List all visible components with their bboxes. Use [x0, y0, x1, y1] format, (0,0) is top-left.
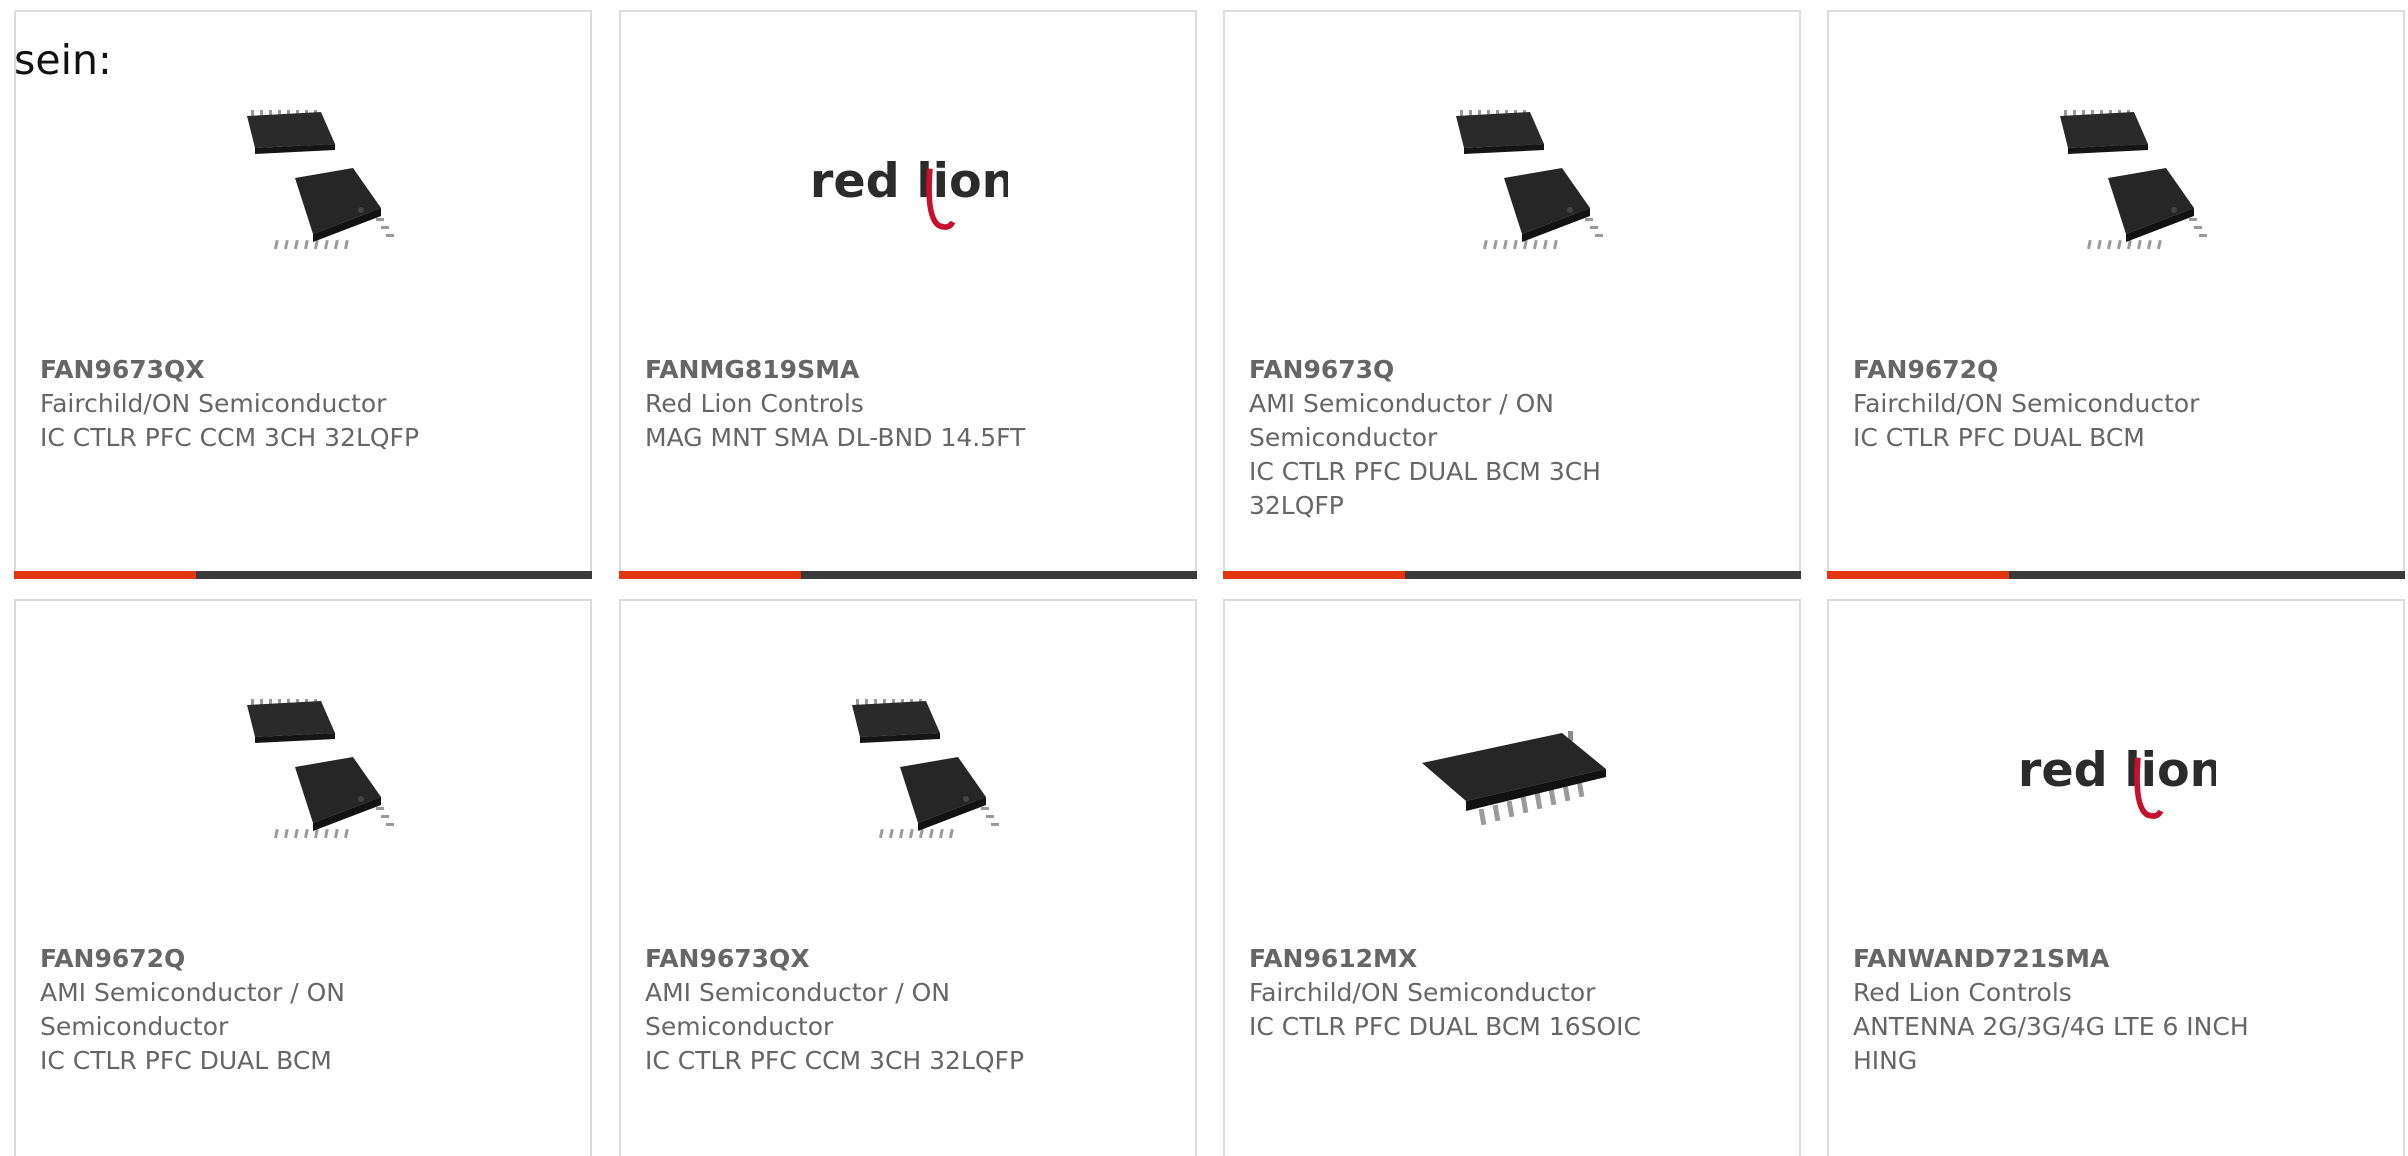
card-accent [14, 571, 196, 579]
manufacturer: AMI Semiconductor / ON Semiconductor [1249, 389, 1554, 452]
qfp-chip-icon [203, 82, 403, 282]
card-accent [619, 571, 801, 579]
part-number: FANMG819SMA [645, 355, 860, 384]
qfp-chip-icon [203, 671, 403, 871]
card-accent [1223, 571, 1405, 579]
manufacturer: Fairchild/ON Semiconductor [1249, 978, 1596, 1007]
soic-chip-icon [1412, 671, 1612, 871]
description: IC CTLR PFC DUAL BCM [40, 1046, 332, 1075]
part-number: FAN9673QX [40, 355, 205, 384]
qfp-chip-icon [2016, 82, 2216, 282]
card-bottom-bar [1223, 571, 1801, 579]
manufacturer: Fairchild/ON Semiconductor [1853, 389, 2200, 418]
product-card[interactable]: FAN9612MX Fairchild/ON Semiconductor IC … [1223, 599, 1801, 1156]
part-number: FANWAND721SMA [1853, 944, 2110, 973]
description: IC CTLR PFC CCM 3CH 32LQFP [645, 1046, 1025, 1075]
manufacturer: Red Lion Controls [645, 389, 864, 418]
product-card[interactable]: FAN9672Q AMI Semiconductor / ON Semicond… [14, 599, 592, 1156]
product-card[interactable]: FAN9673QX AMI Semiconductor / ON Semicon… [619, 599, 1197, 1156]
card-bottom-bar [619, 571, 1197, 579]
red-lion-logo: red lion [2016, 671, 2216, 871]
description: IC CTLR PFC CCM 3CH 32LQFP [40, 423, 420, 452]
product-card[interactable]: FAN9673Q AMI Semiconductor / ON Semicond… [1223, 10, 1801, 579]
product-card[interactable]: FAN9673QX Fairchild/ON Semiconductor IC … [14, 10, 592, 579]
part-number: FAN9672Q [40, 944, 186, 973]
card-bottom-bar [14, 571, 592, 579]
product-card[interactable]: red lion FANMG819SMA Red Lion Controls M… [619, 10, 1197, 579]
manufacturer: Red Lion Controls [1853, 978, 2072, 1007]
intro-text: sein: [14, 36, 112, 84]
product-grid-page: sein: FAN9673QX Fairchild/ON Semiconduct… [0, 0, 2408, 1156]
product-card[interactable]: red lion FANWAND721SMA Red Lion Controls… [1827, 599, 2405, 1156]
qfp-chip-icon [808, 671, 1008, 871]
card-accent [1827, 571, 2009, 579]
part-number: FAN9673QX [645, 944, 810, 973]
red-lion-logo: red lion [808, 82, 1008, 282]
description: IC CTLR PFC DUAL BCM 16SOIC [1249, 1012, 1642, 1041]
svg-text:red lion: red lion [810, 154, 1008, 209]
qfp-chip-icon [1412, 82, 1612, 282]
svg-text:red lion: red lion [2018, 743, 2216, 798]
card-bottom-bar [1827, 571, 2405, 579]
manufacturer: AMI Semiconductor / ON Semiconductor [40, 978, 345, 1041]
description: IC CTLR PFC DUAL BCM 3CH 32LQFP [1249, 457, 1601, 520]
manufacturer: Fairchild/ON Semiconductor [40, 389, 387, 418]
product-card[interactable]: FAN9672Q Fairchild/ON Semiconductor IC C… [1827, 10, 2405, 579]
description: ANTENNA 2G/3G/4G LTE 6 INCH HING [1853, 1012, 2249, 1075]
manufacturer: AMI Semiconductor / ON Semiconductor [645, 978, 950, 1041]
part-number: FAN9673Q [1249, 355, 1395, 384]
description: IC CTLR PFC DUAL BCM [1853, 423, 2145, 452]
description: MAG MNT SMA DL-BND 14.5FT [645, 423, 1026, 452]
part-number: FAN9672Q [1853, 355, 1999, 384]
part-number: FAN9612MX [1249, 944, 1418, 973]
